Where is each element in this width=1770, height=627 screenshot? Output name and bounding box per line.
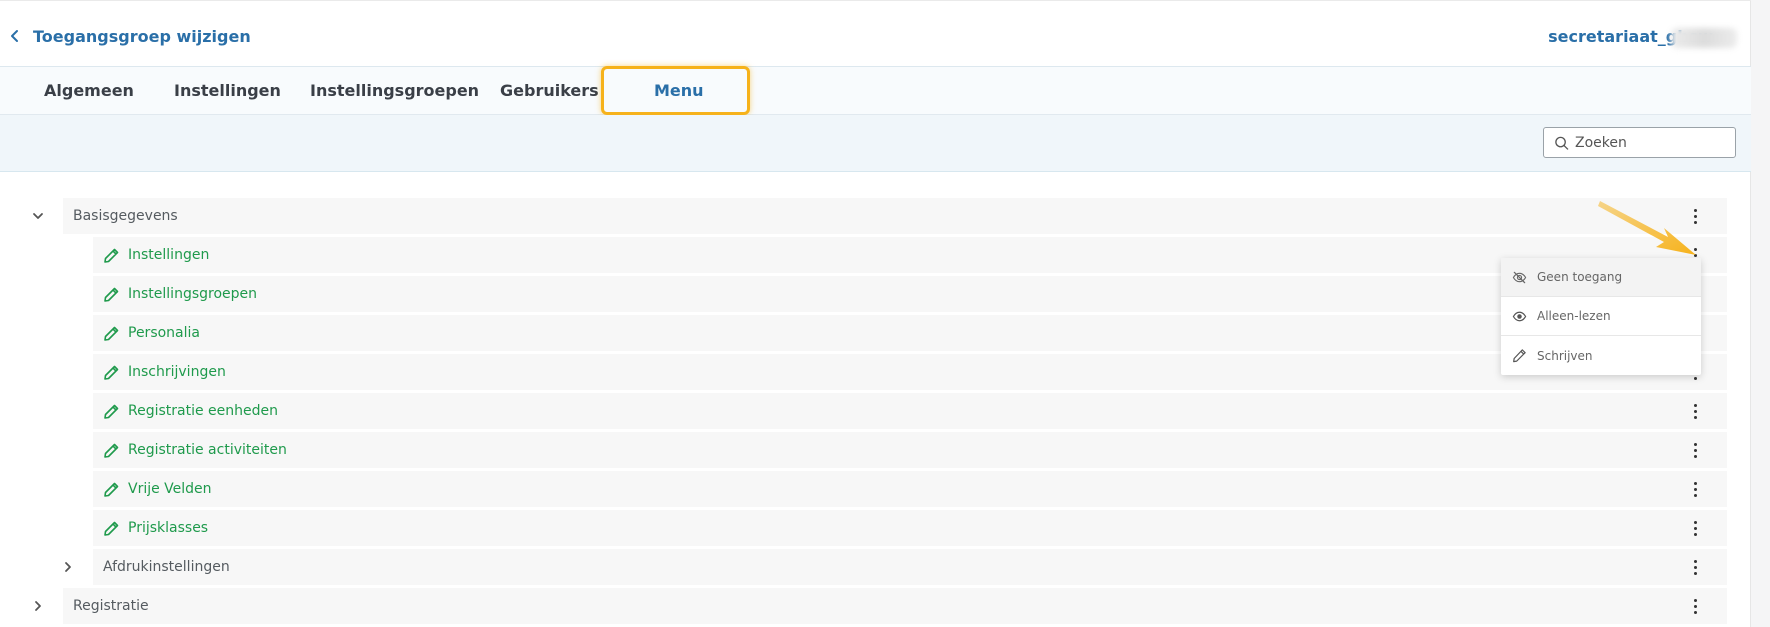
search-icon (1555, 136, 1569, 150)
tree-item-registratie-eenheden[interactable]: Registratie eenheden (93, 393, 1727, 429)
tree-group-registratie[interactable]: Registratie (63, 588, 1727, 624)
tree-item-instellingsgroepen[interactable]: Instellingsgroepen (93, 276, 1727, 312)
menu-item-schrijven[interactable]: Schrijven (1501, 336, 1701, 375)
chevron-down-icon[interactable] (31, 209, 45, 223)
pencil-icon (104, 248, 119, 263)
tree-item-registratie-activiteiten[interactable]: Registratie activiteiten (93, 432, 1727, 468)
menu-item-label: Alleen-lezen (1537, 309, 1611, 323)
eye-off-icon (1512, 271, 1527, 283)
tab-instellingen[interactable]: Instellingen (174, 67, 281, 115)
tree-item-label: Registratie eenheden (128, 403, 279, 419)
tab-algemeen[interactable]: Algemeen (44, 67, 134, 115)
kebab-menu-icon[interactable] (1685, 596, 1705, 616)
menu-item-geen-toegang[interactable]: Geen toegang (1501, 258, 1701, 297)
pencil-icon (104, 365, 119, 380)
pencil-icon (104, 482, 119, 497)
tree-item-personalia[interactable]: Personalia (93, 315, 1727, 351)
tree-item-label: Instellingen (128, 247, 210, 263)
kebab-menu-icon[interactable] (1685, 440, 1705, 460)
permission-dropdown: Geen toegang Alleen-lezen Schrijven (1501, 258, 1701, 375)
tree-item-label: Registratie activiteiten (128, 442, 287, 458)
pencil-icon (104, 521, 119, 536)
chevron-right-icon[interactable] (31, 599, 45, 613)
pencil-icon (1513, 349, 1526, 363)
tree-group-label: Registratie (73, 598, 149, 614)
tab-bar: Algemeen Instellingen Instellingsgroepen… (0, 67, 1751, 115)
tree-item-prijsklasses[interactable]: Prijsklasses (93, 510, 1727, 546)
chevron-right-icon[interactable] (61, 560, 75, 574)
tree-item-inschrijvingen[interactable]: Inschrijvingen (93, 354, 1727, 390)
pencil-icon (104, 326, 119, 341)
menu-item-label: Geen toegang (1537, 270, 1623, 284)
tree-subgroup-label: Afdrukinstellingen (103, 559, 230, 575)
kebab-menu-icon[interactable] (1685, 479, 1705, 499)
kebab-menu-icon[interactable] (1685, 401, 1705, 421)
page-header: Toegangsgroep wijzigen secretariaat_gbsw (0, 0, 1751, 67)
page-title[interactable]: Toegangsgroep wijzigen (33, 27, 251, 46)
tree-item-vrije-velden[interactable]: Vrije Velden (93, 471, 1727, 507)
menu-item-alleen-lezen[interactable]: Alleen-lezen (1501, 297, 1701, 336)
chevron-left-icon[interactable] (8, 29, 22, 43)
tree-item-label: Vrije Velden (128, 481, 212, 497)
tree-group-basisgegevens[interactable]: Basisgegevens (63, 198, 1727, 234)
kebab-menu-icon[interactable] (1685, 518, 1705, 538)
search-input[interactable] (1575, 134, 1735, 151)
search-box[interactable] (1543, 127, 1736, 158)
pencil-icon (104, 443, 119, 458)
tree-item-label: Prijsklasses (128, 520, 209, 536)
tab-instellingsgroepen[interactable]: Instellingsgroepen (310, 67, 479, 115)
tree-item-instellingen[interactable]: Instellingen (93, 237, 1727, 273)
tree-item-label: Personalia (128, 325, 200, 341)
pencil-icon (104, 404, 119, 419)
eye-icon (1512, 311, 1527, 321)
annotation-arrow-icon (1598, 201, 1696, 255)
tree-subgroup-afdrukinstellingen[interactable]: Afdrukinstellingen (93, 549, 1727, 585)
kebab-menu-icon[interactable] (1685, 557, 1705, 577)
pencil-icon (104, 287, 119, 302)
tree-item-label: Instellingsgroepen (128, 286, 258, 302)
tree-group-label: Basisgegevens (73, 208, 178, 224)
menu-item-label: Schrijven (1537, 348, 1593, 363)
tree-item-label: Inschrijvingen (128, 364, 226, 380)
tab-gebruikers[interactable]: Gebruikers (500, 67, 599, 115)
main-card: Toegangsgroep wijzigen secretariaat_gbsw… (0, 0, 1751, 627)
toolbar (0, 115, 1751, 172)
tab-menu-highlight (601, 66, 750, 115)
user-name-redacted (1671, 28, 1737, 48)
